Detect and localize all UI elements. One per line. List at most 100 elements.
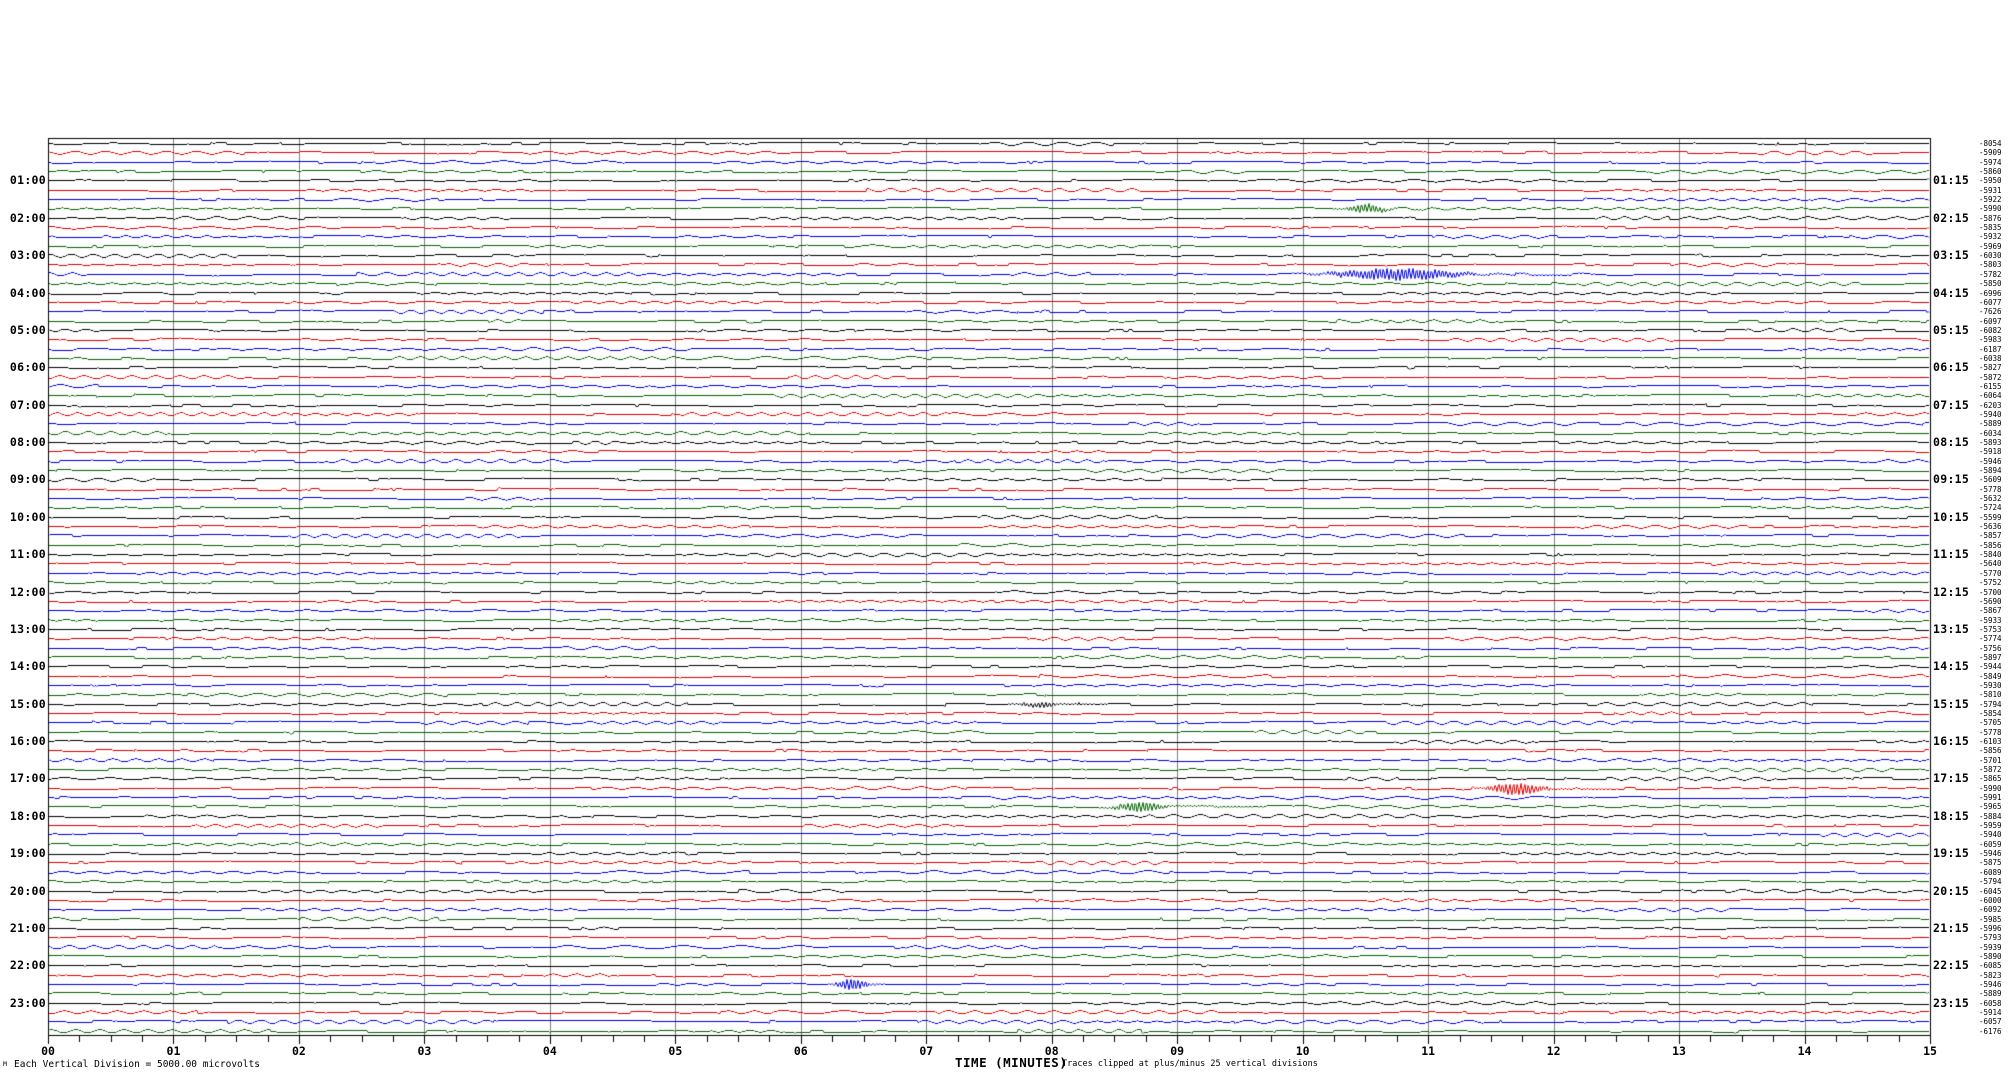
right-time-label: 01:15 (1933, 173, 1970, 188)
left-time-label: 03:00 (9, 248, 46, 263)
right-time-label: 09:15 (1933, 472, 1970, 487)
left-time-label: 04:00 (9, 285, 46, 300)
right-time-label: 08:15 (1933, 435, 1970, 449)
trace-offset-value: -5990 (1979, 783, 2002, 793)
trace-offset-value: -5867 (1979, 606, 2002, 616)
left-time-label: 14:00 (9, 659, 46, 674)
left-time-label: 19:00 (9, 846, 46, 861)
trace-offset-value: -6092 (1979, 905, 2002, 915)
trace-offset-value: -5897 (1979, 652, 2002, 662)
trace-offset-value: -5835 (1979, 223, 2002, 233)
left-time-label: 15:00 (9, 696, 46, 711)
trace-offset-value: -5946 (1979, 849, 2002, 859)
trace-offset-value: -5983 (1979, 335, 2002, 345)
trace-offset-value: -5770 (1979, 568, 2002, 578)
trace-offset-value: -5752 (1979, 578, 2002, 588)
helicorder-page: P S L atras eismology ab Jan17,2026 DSF … (0, 0, 2010, 1080)
left-time-label: 06:00 (9, 360, 46, 375)
left-time-label: 22:00 (9, 958, 46, 973)
x-tick-label: 11 (1421, 1044, 1436, 1058)
seismogram-canvas (0, 0, 2010, 1080)
trace-offset-value: -5930 (1979, 680, 2002, 690)
right-time-label: 04:15 (1933, 285, 1970, 300)
trace-offset-value: -6057 (1979, 1017, 2002, 1027)
trace-offset-value: -5965 (1979, 802, 2002, 812)
x-tick-label: 01 (166, 1044, 181, 1058)
trace-offset-value: -5875 (1979, 858, 2002, 868)
trace-offset-value: -5860 (1979, 167, 2002, 177)
trace-offset-value: -5705 (1979, 718, 2002, 728)
trace-offset-value: -6187 (1979, 344, 2002, 354)
trace-offset-value: -6077 (1979, 297, 2002, 307)
right-time-label: 02:15 (1933, 210, 1970, 225)
left-time-label: 10:00 (9, 509, 46, 524)
trace-offset-value: -5996 (1979, 923, 2002, 933)
right-time-label: 19:15 (1933, 846, 1970, 861)
left-time-label: 23:00 (9, 995, 46, 1010)
trace-offset-value: -5756 (1979, 643, 2002, 653)
trace-offset-value: -6155 (1979, 381, 2002, 391)
trace-offset-value: -6996 (1979, 288, 2002, 298)
right-time-label: 03:15 (1933, 248, 1970, 263)
trace-offset-value: -5609 (1979, 475, 2002, 485)
trace-offset-value: -5893 (1979, 438, 2002, 447)
right-time-label: 17:15 (1933, 771, 1970, 786)
trace-offset-value: -5890 (1979, 951, 2002, 961)
trace-offset-value: -5724 (1979, 503, 2002, 513)
left-time-label: 02:00 (9, 210, 46, 225)
right-time-label: 12:15 (1933, 584, 1970, 599)
trace-offset-value: -5876 (1979, 213, 2002, 223)
x-axis-title: TIME (MINUTES) (955, 1055, 1068, 1070)
trace-offset-value: -5599 (1979, 512, 2002, 522)
scale-note: Each Vertical Division = 5000.00 microvo… (14, 1059, 260, 1070)
trace-offset-value: -5700 (1979, 587, 2002, 597)
right-time-label: 18:15 (1933, 808, 1970, 823)
trace-offset-value: -5985 (1979, 914, 2002, 924)
trace-offset-value: -5632 (1979, 494, 2002, 504)
trace-offset-value: -6058 (1979, 998, 2002, 1008)
right-time-label: 11:15 (1933, 547, 1970, 562)
left-time-label: 18:00 (9, 808, 46, 823)
left-time-label: 09:00 (9, 472, 46, 487)
x-tick-label: 07 (919, 1044, 934, 1058)
right-time-label: 06:15 (1933, 360, 1970, 375)
right-time-label: 23:15 (1933, 995, 1970, 1010)
trace-offset-value: -8054 (1979, 139, 2002, 148)
trace-offset-value: -6059 (1979, 839, 2002, 849)
left-time-label: 11:00 (9, 547, 46, 562)
trace-offset-value: -5932 (1979, 232, 2002, 242)
trace-offset-value: -5969 (1979, 241, 2002, 251)
x-tick-label: 03 (417, 1044, 432, 1058)
trace-offset-value: -6038 (1979, 353, 2002, 363)
trace-offset-value: -5922 (1979, 195, 2002, 205)
trace-offset-value: -5849 (1979, 671, 2002, 681)
x-tick-label: 12 (1546, 1044, 1561, 1058)
trace-offset-value: -5909 (1979, 148, 2002, 158)
trace-offset-value: -5856 (1979, 540, 2002, 550)
trace-offset-value: -5854 (1979, 708, 2002, 718)
trace-offset-value: -5946 (1979, 979, 2002, 989)
trace-offset-value: -5974 (1979, 157, 2002, 167)
trace-offset-value: -6030 (1979, 251, 2002, 261)
trace-offset-value: -5914 (1979, 1007, 2002, 1017)
trace-offset-value: -6203 (1979, 400, 2002, 410)
trace-offset-value: -5990 (1979, 204, 2002, 214)
x-tick-label: 05 (668, 1044, 683, 1058)
trace-offset-value: -5940 (1979, 830, 2002, 840)
right-time-label: 05:15 (1933, 322, 1970, 337)
trace-offset-value: -6034 (1979, 428, 2002, 438)
trace-offset-value: -5827 (1979, 363, 2002, 373)
trace-offset-value: -6064 (1979, 391, 2002, 401)
trace-offset-value: -6097 (1979, 316, 2002, 326)
trace-offset-value: -6103 (1979, 737, 2002, 746)
right-time-label: 07:15 (1933, 397, 1970, 412)
x-tick-label: 02 (291, 1044, 306, 1058)
trace-offset-value: -5636 (1979, 522, 2002, 532)
left-time-label: 21:00 (9, 920, 46, 935)
left-time-label: 17:00 (9, 771, 46, 786)
x-tick-label: 10 (1295, 1044, 1310, 1058)
trace-offset-value: -5884 (1979, 811, 2002, 821)
trace-offset-value: -5918 (1979, 447, 2002, 457)
x-tick-label: 04 (542, 1044, 557, 1058)
left-time-label: 13:00 (9, 621, 46, 636)
